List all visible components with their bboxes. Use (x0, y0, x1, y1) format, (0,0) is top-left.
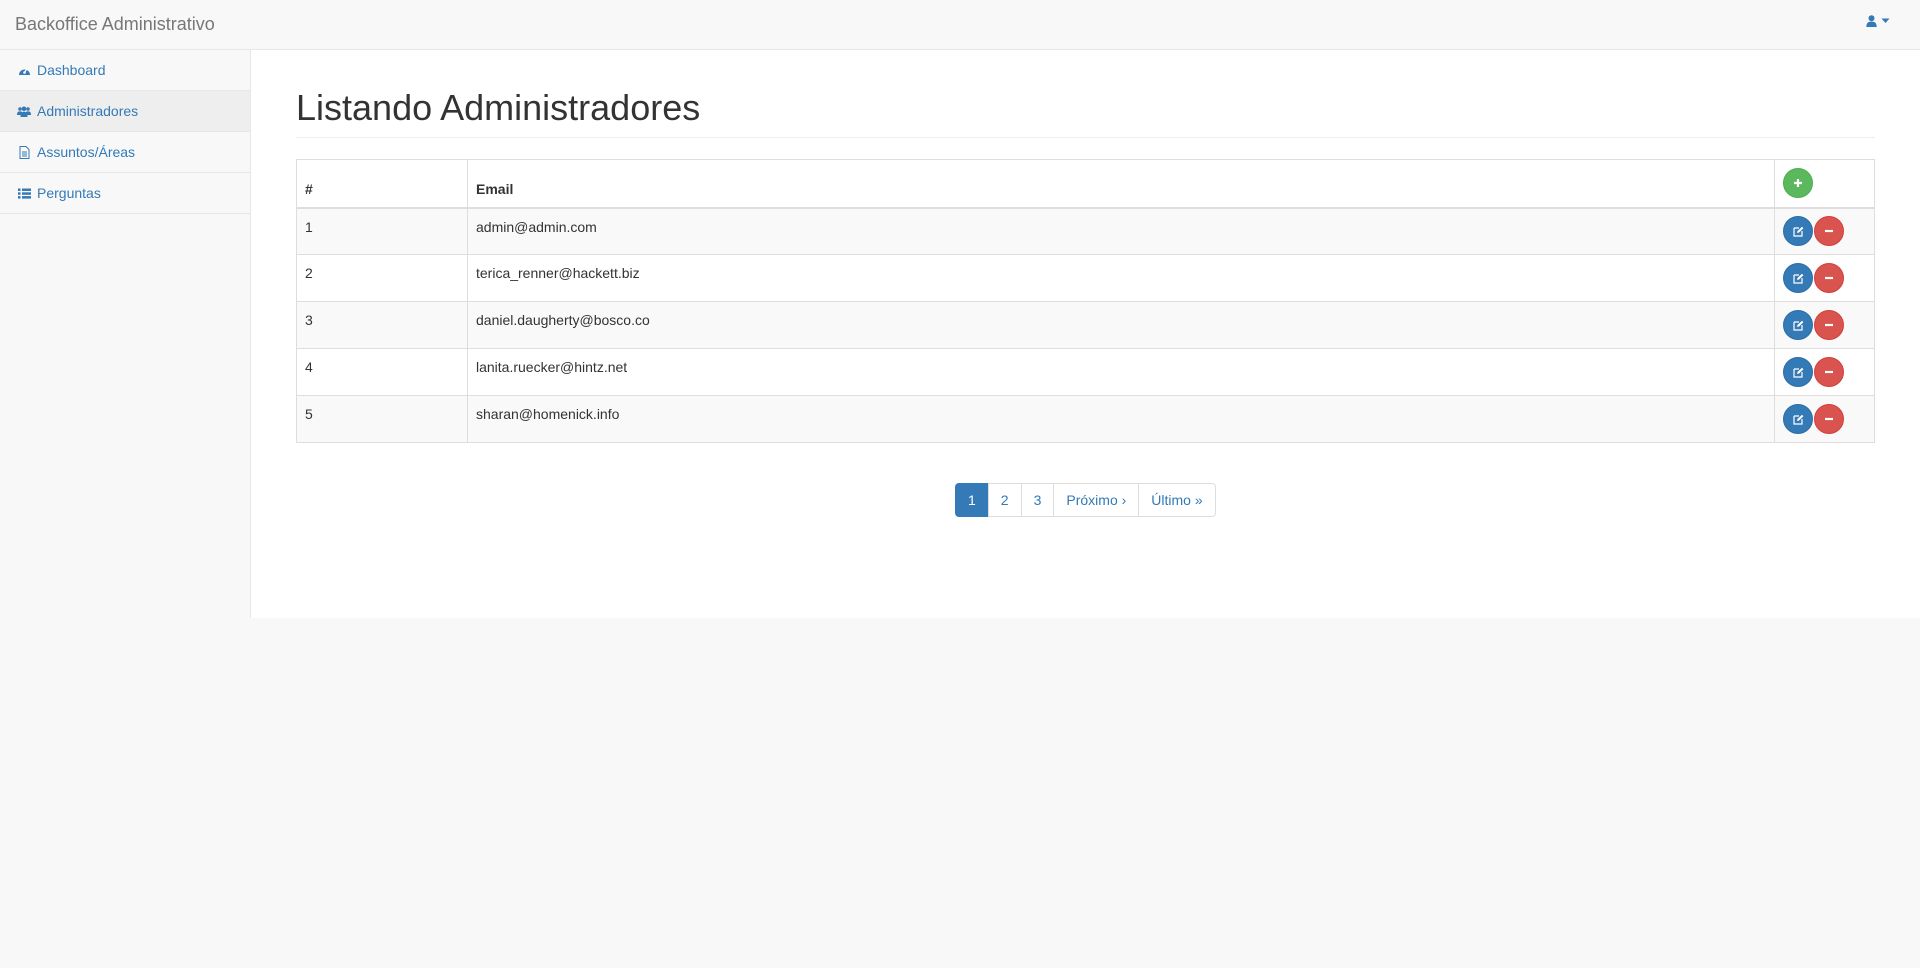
table-header-row: # Email (296, 159, 1875, 209)
delete-button[interactable] (1814, 216, 1844, 247)
cell-email: admin@admin.com (467, 207, 1775, 255)
cell-actions (1774, 207, 1875, 255)
user-icon (1866, 15, 1877, 27)
cell-email: terica_renner@hackett.biz (467, 254, 1775, 302)
column-header-actions (1774, 159, 1875, 209)
edit-icon (1792, 226, 1803, 237)
delete-button[interactable] (1814, 263, 1844, 293)
cell-actions (1774, 348, 1875, 396)
caret-down-icon (1881, 18, 1890, 24)
cell-id: 5 (296, 395, 468, 443)
edit-button[interactable] (1783, 357, 1813, 387)
page-link-1[interactable]: 1 (955, 483, 989, 517)
edit-icon (1792, 273, 1803, 284)
sidebar-item-label: Perguntas (37, 185, 101, 201)
file-icon (17, 145, 31, 159)
main-content: Listando Administradores # Email 1 admin… (251, 50, 1920, 618)
delete-button[interactable] (1814, 310, 1844, 340)
edit-button[interactable] (1783, 404, 1813, 434)
column-header-id: # (296, 159, 468, 209)
sidebar: Dashboard Administradores Assuntos/Áreas… (0, 50, 251, 618)
minus-icon (1825, 276, 1833, 280)
edit-icon (1792, 414, 1803, 425)
edit-button[interactable] (1783, 263, 1813, 293)
table-row: 5 sharan@homenick.info (296, 395, 1875, 443)
edit-icon (1792, 320, 1803, 331)
minus-icon (1825, 417, 1833, 421)
cell-id: 4 (296, 348, 468, 396)
cell-email: sharan@homenick.info (467, 395, 1775, 443)
add-administrator-button[interactable] (1783, 168, 1813, 199)
sidebar-item-label: Administradores (37, 103, 139, 119)
sidebar-item-perguntas[interactable]: Perguntas (0, 173, 250, 214)
app-brand[interactable]: Backoffice Administrativo (15, 14, 215, 34)
dashboard-icon (17, 63, 31, 77)
sidebar-item-label: Assuntos/Áreas (37, 144, 136, 160)
page-header: Listando Administradores (296, 88, 1875, 138)
cell-id: 3 (296, 301, 468, 349)
last-page-link[interactable]: Último » (1138, 483, 1216, 517)
column-header-email: Email (467, 159, 1775, 209)
page-title: Listando Administradores (296, 87, 701, 128)
user-menu-toggle[interactable] (1866, 15, 1890, 27)
cell-actions (1774, 254, 1875, 302)
page-link-3[interactable]: 3 (1020, 483, 1055, 517)
minus-icon (1825, 370, 1833, 374)
cell-actions (1774, 395, 1875, 443)
page-link-2[interactable]: 2 (987, 483, 1022, 517)
cell-id: 2 (296, 254, 468, 302)
plus-icon (1794, 179, 1802, 188)
cell-id: 1 (296, 207, 468, 255)
list-icon (17, 186, 31, 200)
edit-button[interactable] (1783, 310, 1813, 340)
cell-email: lanita.ruecker@hintz.net (467, 348, 1775, 396)
cell-email: daniel.daugherty@bosco.co (467, 301, 1775, 349)
table-row: 2 terica_renner@hackett.biz (296, 254, 1875, 302)
table-row: 3 daniel.daugherty@bosco.co (296, 301, 1875, 349)
edit-icon (1792, 367, 1803, 378)
delete-button[interactable] (1814, 404, 1844, 434)
sidebar-item-assuntos[interactable]: Assuntos/Áreas (0, 132, 250, 173)
next-page-link[interactable]: Próximo › (1053, 483, 1140, 517)
top-navbar: Backoffice Administrativo (0, 0, 1920, 50)
sidebar-item-administradores[interactable]: Administradores (0, 91, 250, 132)
edit-button[interactable] (1783, 216, 1813, 247)
delete-button[interactable] (1814, 357, 1844, 387)
sidebar-item-label: Dashboard (37, 62, 106, 78)
table-row: 1 admin@admin.com (296, 207, 1875, 255)
administrators-table: # Email 1 admin@admin.com 2 terica_renne… (296, 159, 1875, 443)
cell-actions (1774, 301, 1875, 349)
pagination: 1 2 3 Próximo › Último » (955, 483, 1216, 517)
minus-icon (1825, 323, 1833, 327)
table-row: 4 lanita.ruecker@hintz.net (296, 348, 1875, 396)
sidebar-item-dashboard[interactable]: Dashboard (0, 50, 250, 91)
minus-icon (1825, 230, 1833, 233)
users-icon (17, 104, 31, 118)
